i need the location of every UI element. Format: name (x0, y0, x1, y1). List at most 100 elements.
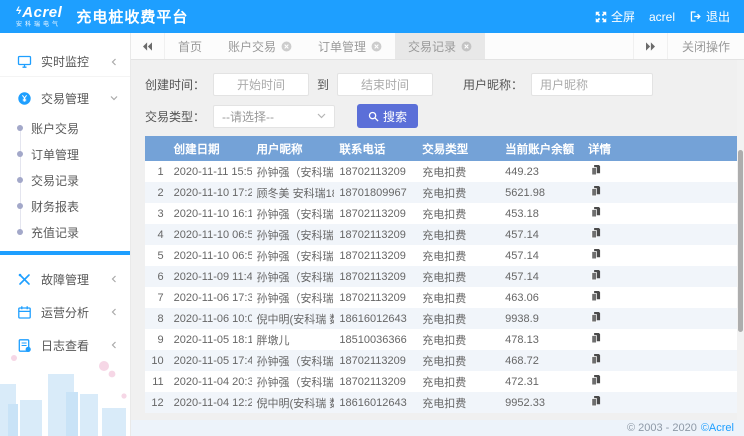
create-time-label: 创建时间： (145, 76, 205, 93)
start-time-input[interactable] (213, 73, 309, 96)
cell-row-number: 2 (145, 187, 169, 199)
trade-icon (17, 91, 32, 106)
cell-nickname: 孙钟强（安科瑞） (252, 353, 335, 369)
cell-balance: 478.13 (500, 334, 583, 346)
tab-trade-records[interactable]: 交易记录 (395, 33, 485, 59)
detail-copy-icon[interactable] (590, 311, 601, 323)
tabs-scroll-right-button[interactable] (633, 33, 667, 59)
table-row: 8 2020-11-06 10:02:33 倪中明(安科瑞 数据部)18 186… (145, 308, 737, 329)
cell-nickname: 孙钟强（安科瑞） (252, 248, 335, 264)
cell-phone: 18702113209 (334, 229, 417, 241)
sidebar-item-trade-records[interactable]: 交易记录 (0, 167, 130, 193)
tabs-scroll-left-button[interactable] (131, 33, 165, 59)
cell-nickname: 孙钟强（安科瑞） (252, 206, 335, 222)
table-header-row: 创建日期 用户昵称 联系电话 交易类型 当前账户余额 详情 (145, 136, 737, 161)
detail-copy-icon[interactable] (590, 353, 601, 365)
cell-phone: 18702113209 (334, 355, 417, 367)
fullscreen-button[interactable]: 全屏 (595, 8, 635, 25)
cell-create-date: 2020-11-10 06:52:59 (169, 229, 252, 241)
submenu-item-label: 订单管理 (31, 146, 79, 163)
cell-nickname: 倪中明(安科瑞 数据部)18 (252, 395, 335, 411)
logout-icon (689, 10, 702, 23)
tab-close-icon[interactable] (371, 41, 382, 52)
detail-copy-icon[interactable] (590, 206, 601, 218)
cell-nickname: 孙钟强（安科瑞） (252, 164, 335, 180)
close-operations-dropdown[interactable]: 关闭操作 (667, 33, 744, 59)
logo-subtext: 安科瑞电气 (16, 22, 62, 28)
detail-copy-icon[interactable] (590, 395, 601, 407)
cell-row-number: 7 (145, 292, 169, 304)
logo-swoosh-icon: ϟ (16, 7, 21, 17)
table-row: 10 2020-11-05 17:48:59 孙钟强（安科瑞） 18702113… (145, 350, 737, 371)
table-row: 9 2020-11-05 18:10:13 胖墩儿 18510036366 充电… (145, 329, 737, 350)
sidebar-item-fault-management[interactable]: 故障管理 (0, 264, 130, 294)
cell-row-number: 9 (145, 334, 169, 346)
submenu-item-label: 账户交易 (31, 120, 79, 137)
cell-phone: 18702113209 (334, 166, 417, 178)
sidebar-item-order-management[interactable]: 订单管理 (0, 141, 130, 167)
cell-row-number: 12 (145, 397, 169, 409)
sidebar-item-realtime-monitor[interactable]: 实时监控 (0, 47, 130, 77)
detail-copy-icon[interactable] (590, 185, 601, 197)
chevron-down-icon (317, 113, 326, 119)
detail-copy-icon[interactable] (590, 332, 601, 344)
cell-trade-type: 充电扣费 (417, 185, 500, 201)
cell-create-date: 2020-11-06 10:02:33 (169, 313, 252, 325)
detail-copy-icon[interactable] (590, 248, 601, 260)
cell-row-number: 6 (145, 271, 169, 283)
sidebar-item-trade-management[interactable]: 交易管理 (0, 83, 130, 113)
trade-type-select[interactable]: --请选择-- (213, 105, 335, 128)
chevron-down-icon (110, 94, 118, 102)
scrollbar-thumb[interactable] (738, 150, 743, 332)
detail-copy-icon[interactable] (590, 164, 601, 176)
sidebar-item-finance-report[interactable]: 财务报表 (0, 193, 130, 219)
tab-order-management[interactable]: 订单管理 (305, 33, 395, 59)
user-menu[interactable]: acrel (649, 10, 675, 24)
tab-close-icon[interactable] (461, 41, 472, 52)
cell-phone: 18702113209 (334, 208, 417, 220)
cell-create-date: 2020-11-10 16:18:58 (169, 208, 252, 220)
tab-home[interactable]: 首页 (165, 33, 215, 59)
logout-button[interactable]: 退出 (689, 8, 730, 25)
search-button[interactable]: 搜索 (357, 104, 418, 128)
chevron-left-icon (110, 308, 118, 316)
cell-balance: 9952.33 (500, 397, 583, 409)
double-arrow-left-icon (142, 42, 153, 51)
search-button-label: 搜索 (383, 108, 407, 125)
cell-trade-type: 充电扣费 (417, 227, 500, 243)
nickname-input[interactable] (531, 73, 653, 96)
cell-row-number: 8 (145, 313, 169, 325)
tab-label: 账户交易 (228, 38, 276, 55)
logout-label: 退出 (706, 8, 730, 25)
cell-nickname: 孙钟强（安科瑞） (252, 269, 335, 285)
cell-phone: 18702113209 (334, 376, 417, 388)
end-time-input[interactable] (337, 73, 433, 96)
detail-copy-icon[interactable] (590, 290, 601, 302)
city-skyline-decoration (0, 344, 130, 436)
cell-create-date: 2020-11-11 15:57:23 (169, 166, 252, 178)
sidebar-item-recharge-records[interactable]: 充值记录 (0, 219, 130, 245)
table-row: 1 2020-11-11 15:57:23 孙钟强（安科瑞） 187021132… (145, 161, 737, 182)
footer: © 2003 - 2020 ©Acrel (131, 420, 744, 436)
sidebar-item-label: 运营分析 (41, 304, 89, 321)
table-row: 3 2020-11-10 16:18:58 孙钟强（安科瑞） 187021132… (145, 203, 737, 224)
sidebar-item-operation-analysis[interactable]: 运营分析 (0, 297, 130, 327)
cell-create-date: 2020-11-05 17:48:59 (169, 355, 252, 367)
table-body: 1 2020-11-11 15:57:23 孙钟强（安科瑞） 187021132… (145, 161, 737, 413)
tab-close-icon[interactable] (281, 41, 292, 52)
sidebar: 实时监控 交易管理 账户交易 订单管理 (0, 33, 131, 436)
cell-phone: 18701809967 (334, 187, 417, 199)
detail-copy-icon[interactable] (590, 269, 601, 281)
vertical-scrollbar[interactable] (737, 60, 744, 420)
calendar-icon (17, 305, 32, 320)
tab-account-trade[interactable]: 账户交易 (215, 33, 305, 59)
table-row: 2 2020-11-10 17:26:11 顾冬美 安科瑞1870180 187… (145, 182, 737, 203)
detail-copy-icon[interactable] (590, 227, 601, 239)
cell-phone: 18510036366 (334, 334, 417, 346)
to-label: 到 (317, 76, 329, 93)
header-phone: 联系电话 (334, 141, 417, 157)
detail-copy-icon[interactable] (590, 374, 601, 386)
sidebar-item-account-trade[interactable]: 账户交易 (0, 115, 130, 141)
cell-create-date: 2020-11-10 06:51:44 (169, 250, 252, 262)
acrel-brand-link[interactable]: ©Acrel (701, 422, 734, 434)
